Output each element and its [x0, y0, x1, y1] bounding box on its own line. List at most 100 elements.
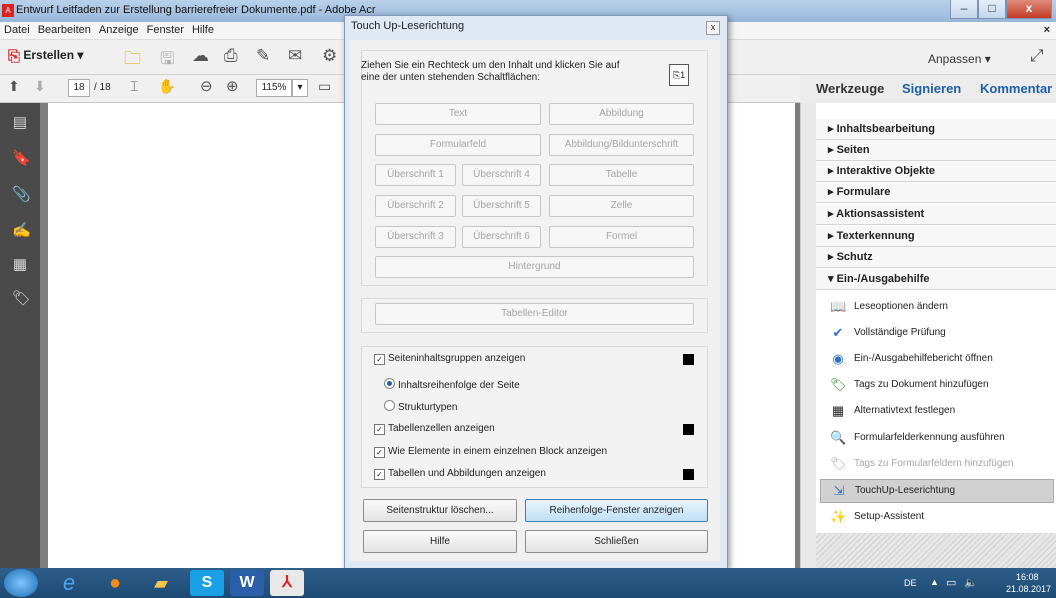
settings-gear-icon[interactable]: ⚙	[322, 46, 337, 66]
start-button[interactable]	[4, 569, 38, 597]
table-cells-color-swatch[interactable]	[683, 424, 694, 435]
acrobat-icon[interactable]: ⅄	[270, 570, 304, 596]
tables-figures-color-swatch[interactable]	[683, 469, 694, 480]
fit-page-icon[interactable]: ▭	[318, 78, 331, 95]
save-icon[interactable]: 🖫	[160, 46, 174, 75]
heading3-button[interactable]: Überschrift 3	[375, 226, 456, 248]
clock-time[interactable]: 16:08	[1016, 572, 1039, 582]
section-interaktive-objekte[interactable]: ▸ Interaktive Objekte	[816, 161, 1056, 182]
single-block-checkbox[interactable]: ✓ Wie Elemente in einem einzelnen Block a…	[374, 446, 607, 458]
page-content-order-radio[interactable]: Inhaltsreihenfolge der Seite	[384, 378, 520, 391]
print-icon[interactable]: ⎙	[224, 46, 238, 66]
tray-expand-icon[interactable]: ▲	[930, 577, 939, 587]
firefox-icon[interactable]: ●	[98, 570, 132, 596]
tool-tags-formularfelder[interactable]: 🏷 Tags zu Formularfeldern hinzufügen	[820, 453, 1052, 475]
menu-fenster[interactable]: Fenster	[143, 22, 188, 38]
show-order-panel-button[interactable]: Reihenfolge-Fenster anzeigen	[525, 499, 708, 522]
minimize-button[interactable]: –	[950, 0, 978, 19]
select-tool-icon[interactable]: ⌶	[130, 78, 138, 95]
heading1-button[interactable]: Überschrift 1	[375, 164, 456, 186]
volume-icon[interactable]: 🔈	[964, 576, 978, 589]
order-icon[interactable]: ▦	[12, 255, 28, 273]
show-content-groups-checkbox[interactable]: ✓ Seiteninhaltsgruppen anzeigen	[374, 353, 525, 365]
tool-formularfelderkennung[interactable]: 🔍 Formularfelderkennung ausführen	[820, 427, 1052, 449]
tab-werkzeuge[interactable]: Werkzeuge	[816, 81, 884, 96]
structure-types-radio[interactable]: Strukturtypen	[384, 400, 457, 413]
text-button[interactable]: Text	[375, 103, 541, 125]
formula-button[interactable]: Formel	[549, 226, 694, 248]
maximize-button[interactable]: □	[978, 0, 1006, 19]
tool-tags-dokument[interactable]: 🏷 Tags zu Dokument hinzufügen	[820, 374, 1052, 396]
mail-icon[interactable]: ✉	[288, 46, 302, 66]
zoom-input[interactable]: 115%	[256, 79, 292, 97]
pane-scrollbar[interactable]	[800, 103, 816, 568]
signatures-icon[interactable]: ✍	[12, 221, 31, 239]
bookmarks-icon[interactable]: 🔖	[12, 149, 31, 167]
page-up-icon[interactable]: ⬆	[8, 78, 20, 95]
heading6-button[interactable]: Überschrift 6	[462, 226, 541, 248]
edit-icon[interactable]: ✎	[256, 46, 270, 66]
figure-button[interactable]: Abbildung	[549, 103, 694, 125]
ie-icon[interactable]: e	[52, 570, 86, 596]
table-editor-button[interactable]: Tabellen-Editor	[375, 303, 694, 325]
explorer-icon[interactable]: ▰	[144, 570, 178, 596]
create-button[interactable]: ⎘ Erstellen ▾	[8, 48, 83, 65]
content-groups-color-swatch[interactable]	[683, 354, 694, 365]
section-inhaltsbearbeitung[interactable]: ▸ Inhaltsbearbeitung	[816, 119, 1056, 140]
form-field-button[interactable]: Formularfeld	[375, 134, 541, 156]
tool-alternativtext[interactable]: ▦ Alternativtext festlegen	[820, 400, 1052, 422]
figure-caption-button[interactable]: Abbildung/Bildunterschrift	[549, 134, 694, 156]
language-indicator[interactable]: DE	[904, 578, 917, 588]
menu-anzeige[interactable]: Anzeige	[95, 22, 143, 38]
show-table-cells-checkbox[interactable]: ✓ Tabellenzellen anzeigen	[374, 423, 495, 435]
expand-icon[interactable]: ⤢	[1030, 46, 1044, 66]
section-aktionsassistent[interactable]: ▸ Aktionsassistent	[816, 204, 1056, 225]
heading5-button[interactable]: Überschrift 5	[462, 195, 541, 217]
skype-icon[interactable]: S	[190, 570, 224, 596]
tool-bericht[interactable]: ◉ Ein-/Ausgabehilfebericht öffnen	[820, 348, 1052, 370]
zoom-in-icon[interactable]: ⊕	[226, 77, 239, 95]
word-icon[interactable]: W	[230, 570, 264, 596]
close-window-button[interactable]: x	[1006, 0, 1052, 19]
clear-page-structure-button[interactable]: Seitenstruktur löschen...	[363, 499, 517, 522]
clock-date[interactable]: 21.08.2017	[1006, 584, 1051, 594]
tool-touchup-leserichtung[interactable]: ⇲ TouchUp-Leserichtung	[820, 479, 1054, 503]
open-folder-icon[interactable]: 🗀	[124, 46, 141, 75]
section-formulare[interactable]: ▸ Formulare	[816, 182, 1056, 203]
show-tables-figures-checkbox[interactable]: ✓ Tabellen und Abbildungen anzeigen	[374, 468, 546, 480]
tool-leseoptionen[interactable]: 📖 Leseoptionen ändern	[820, 296, 1052, 318]
cloud-icon[interactable]: ☁	[192, 46, 209, 66]
close-dialog-button[interactable]: Schließen	[525, 530, 708, 553]
section-schutz[interactable]: ▸ Schutz	[816, 247, 1056, 268]
page-thumbnails-icon[interactable]: ▤	[12, 113, 28, 131]
dialog-close-button[interactable]: x	[706, 21, 720, 35]
tab-signieren[interactable]: Signieren	[902, 81, 961, 96]
network-icon[interactable]: ▭	[946, 576, 956, 589]
cell-button[interactable]: Zelle	[549, 195, 694, 217]
tool-setup-assistent[interactable]: ✨ Setup-Assistent	[820, 506, 1052, 528]
zoom-dropdown-icon[interactable]: ▾	[292, 79, 308, 97]
tool-label: Ein-/Ausgabehilfebericht öffnen	[854, 353, 993, 364]
tool-vollstaendige-pruefung[interactable]: ✔ Vollständige Prüfung	[820, 322, 1052, 344]
menu-bearbeiten[interactable]: Bearbeiten	[34, 22, 95, 38]
customize-dropdown[interactable]: Anpassen ▾	[928, 52, 991, 66]
section-texterkennung[interactable]: ▸ Texterkennung	[816, 226, 1056, 247]
section-ein-ausgabehilfe[interactable]: ▾ Ein-/Ausgabehilfe	[816, 269, 1056, 290]
zoom-out-icon[interactable]: ⊖	[200, 77, 213, 95]
attachments-icon[interactable]: 📎	[12, 185, 31, 203]
tab-kommentar[interactable]: Kommentar	[980, 81, 1052, 96]
tags-icon[interactable]: 🏷	[12, 289, 31, 307]
page-number-input[interactable]: 18	[68, 79, 90, 97]
table-button[interactable]: Tabelle	[549, 164, 694, 186]
order-number-icon[interactable]: ⎘1	[669, 64, 689, 86]
help-button[interactable]: Hilfe	[363, 530, 517, 553]
background-button[interactable]: Hintergrund	[375, 256, 694, 278]
menu-hilfe[interactable]: Hilfe	[188, 22, 218, 38]
heading4-button[interactable]: Überschrift 4	[462, 164, 541, 186]
hand-tool-icon[interactable]: ✋	[158, 78, 175, 95]
page-down-icon[interactable]: ⬇	[34, 78, 46, 95]
menu-datei[interactable]: Datei	[0, 22, 34, 38]
section-seiten[interactable]: ▸ Seiten	[816, 140, 1056, 161]
close-document-icon[interactable]: ×	[1044, 24, 1050, 36]
heading2-button[interactable]: Überschrift 2	[375, 195, 456, 217]
